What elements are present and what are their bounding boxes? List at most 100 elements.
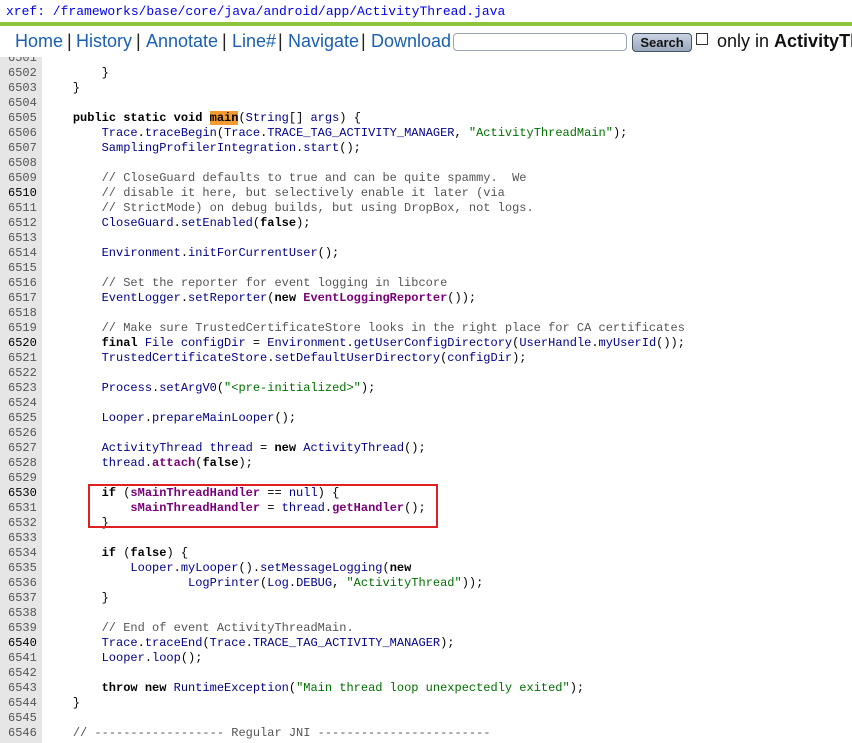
line-number-link[interactable]: 6513 [8,231,37,246]
line-number-link[interactable]: 6503 [8,81,37,96]
search-button[interactable]: Search [632,33,692,52]
code-token[interactable]: configDir [447,351,512,365]
line-number-link[interactable]: 6517 [8,291,37,306]
line-number-link[interactable]: 6505 [8,111,37,126]
line-number-link[interactable]: 6526 [8,426,37,441]
line-number-link[interactable]: 6504 [8,96,37,111]
code-token[interactable]: setArgV0 [159,381,217,395]
code-token[interactable]: thread [210,441,253,455]
line-number-link[interactable]: 6511 [8,201,37,216]
code-token[interactable]: Looper [130,561,173,575]
line-number-link[interactable]: 6515 [8,261,37,276]
line-number-link[interactable]: 6525 [8,411,37,426]
code-token[interactable]: myLooper [181,561,239,575]
line-number-link[interactable]: 6530 [8,486,37,501]
line-number-link[interactable]: 6536 [8,576,37,591]
code-token[interactable]: UserHandle [519,336,591,350]
nav-navigate-link[interactable]: Navigate [288,31,359,52]
code-token[interactable]: DEBUG [296,576,332,590]
code-token[interactable]: Environment [102,246,181,260]
line-number-link[interactable]: 6542 [8,666,37,681]
code-token[interactable]: Trace [102,126,138,140]
line-number-link[interactable]: 6545 [8,711,37,726]
line-number-link[interactable]: 6541 [8,651,37,666]
code-token[interactable]: initForCurrentUser [188,246,318,260]
code-token[interactable]: EventLogger [102,291,181,305]
code-token[interactable]: Environment [267,336,346,350]
code-token[interactable]: getUserConfigDirectory [354,336,512,350]
code-token[interactable]: traceEnd [145,636,203,650]
code-token[interactable]: setReporter [188,291,267,305]
nav-home-link[interactable]: Home [15,31,63,52]
code-token[interactable]: EventLoggingReporter [303,291,447,305]
code-token[interactable]: attach [152,456,195,470]
nav-download-link[interactable]: Download [371,31,451,52]
line-number-link[interactable]: 6508 [8,156,37,171]
code-token[interactable]: ActivityThread [303,441,404,455]
code-token[interactable]: String [246,111,289,125]
code-token[interactable]: LogPrinter [188,576,260,590]
line-number-link[interactable]: 6524 [8,396,37,411]
nav-annotate-link[interactable]: Annotate [146,31,218,52]
line-number-link[interactable]: 6516 [8,276,37,291]
code-token[interactable]: prepareMainLooper [152,411,274,425]
code-token[interactable]: setDefaultUserDirectory [274,351,440,365]
code-token[interactable]: Trace [210,636,246,650]
line-number-link[interactable]: 6507 [8,141,37,156]
line-number-link[interactable]: 6527 [8,441,37,456]
code-token[interactable]: RuntimeException [174,681,289,695]
line-number-link[interactable]: 6539 [8,621,37,636]
line-number-link[interactable]: 6502 [8,66,37,81]
line-number-link[interactable]: 6518 [8,306,37,321]
line-number-link[interactable]: 6533 [8,531,37,546]
line-number-link[interactable]: 6534 [8,546,37,561]
code-token[interactable]: traceBegin [145,126,217,140]
code-token[interactable]: myUserId [599,336,657,350]
line-number-link[interactable]: 6506 [8,126,37,141]
line-number-link[interactable]: 6537 [8,591,37,606]
line-number-link[interactable]: 6535 [8,561,37,576]
code-token[interactable]: Log [267,576,289,590]
code-token[interactable]: Trace [102,636,138,650]
line-number-link[interactable]: 6523 [8,381,37,396]
code-token[interactable]: Looper [102,651,145,665]
code-token[interactable]: Looper [102,411,145,425]
code-token[interactable]: TRACE_TAG_ACTIVITY_MANAGER [253,636,440,650]
nav-line-link[interactable]: Line# [232,31,276,52]
line-number-link[interactable]: 6512 [8,216,37,231]
code-token[interactable]: start [303,141,339,155]
line-number-link[interactable]: 6519 [8,321,37,336]
file-path[interactable]: xref: /frameworks/base/core/java/android… [6,4,505,19]
code-token[interactable]: main [209,111,239,125]
code-token[interactable]: configDir [181,336,246,350]
line-number-link[interactable]: 6531 [8,501,37,516]
code-token[interactable]: setEnabled [181,216,253,230]
line-number-link[interactable]: 6501 [8,57,37,66]
line-number-link[interactable]: 6521 [8,351,37,366]
line-number-link[interactable]: 6540 [8,636,37,651]
line-number-link[interactable]: 6543 [8,681,37,696]
line-number-link[interactable]: 6538 [8,606,37,621]
code-token[interactable]: Trace [224,126,260,140]
line-number-link[interactable]: 6544 [8,696,37,711]
code-token[interactable]: args [310,111,339,125]
code-token[interactable]: thread [102,456,145,470]
line-number-link[interactable]: 6509 [8,171,37,186]
code-token[interactable]: Process [102,381,152,395]
code-token[interactable]: ActivityThread [102,441,203,455]
nav-history-link[interactable]: History [76,31,132,52]
code-token[interactable]: TRACE_TAG_ACTIVITY_MANAGER [267,126,454,140]
line-number-link[interactable]: 6510 [8,186,37,201]
line-number-link[interactable]: 6529 [8,471,37,486]
line-number-link[interactable]: 6514 [8,246,37,261]
only-in-file-checkbox[interactable] [696,33,708,45]
code-token[interactable]: SamplingProfilerIntegration [102,141,296,155]
code-token[interactable]: File [145,336,174,350]
code-token[interactable]: setMessageLogging [260,561,382,575]
line-number-link[interactable]: 6532 [8,516,37,531]
search-input[interactable] [453,33,627,51]
line-number-link[interactable]: 6520 [8,336,37,351]
line-number-link[interactable]: 6546 [8,726,37,741]
code-token[interactable]: CloseGuard [102,216,174,230]
code-token[interactable]: loop [152,651,181,665]
